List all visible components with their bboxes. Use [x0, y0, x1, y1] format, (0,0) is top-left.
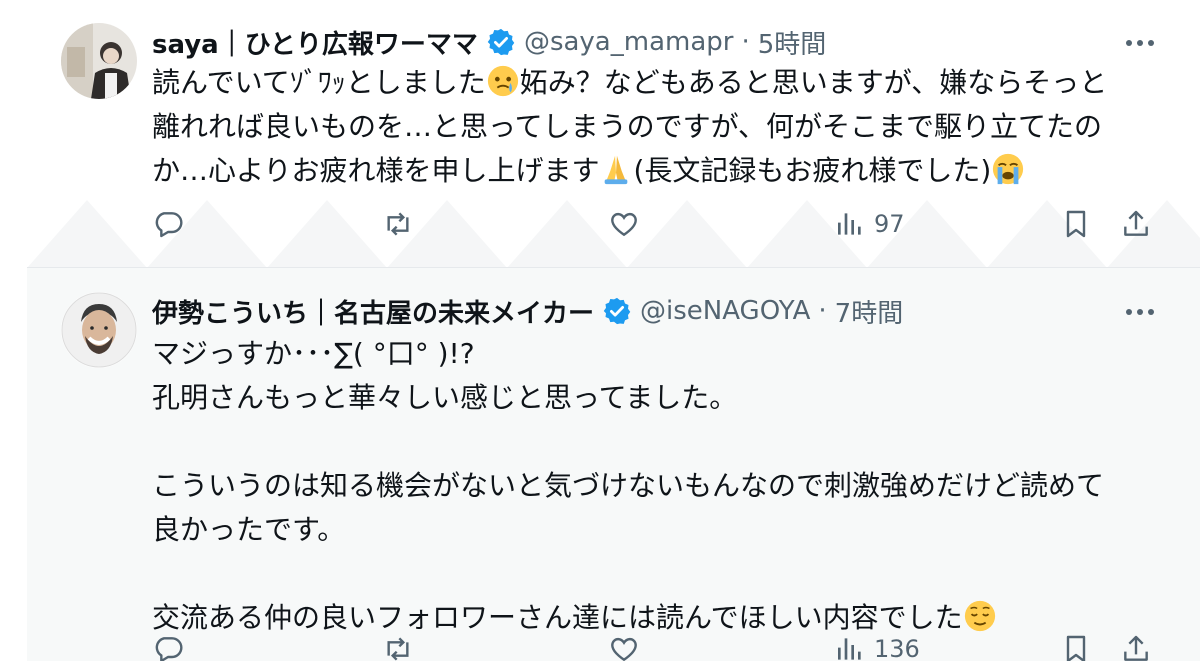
views-icon [838, 213, 861, 235]
text-part: マジっすか･･･∑( °口° )!? 孔明さんもっと華々しい感じと思ってました。… [152, 337, 1105, 634]
verified-badge-icon [603, 297, 631, 325]
views-count: 136 [874, 635, 920, 661]
timestamp[interactable]: 5時間 [758, 24, 827, 61]
handle[interactable]: @iseNAGOYA [640, 296, 810, 326]
views-count: 97 [874, 210, 905, 238]
reply-button[interactable] [152, 629, 184, 661]
share-icon [1124, 635, 1148, 661]
like-button[interactable] [608, 629, 640, 661]
tweet-text: マジっすか･･･∑( °口° )!? 孔明さんもっと華々しい感じと思ってました。… [152, 332, 1162, 640]
text-part: (長文記録もお疲れ様でした) [633, 154, 992, 187]
views-button[interactable]: 97 [834, 204, 905, 244]
views-button[interactable]: 136 [834, 629, 920, 661]
retweet-icon [387, 212, 409, 236]
more-icon[interactable] [1126, 40, 1154, 46]
loudly-crying-face-emoji [993, 153, 1024, 185]
timestamp[interactable]: 7時間 [835, 293, 904, 330]
display-name[interactable]: saya｜ひとり広報ワーママ [152, 24, 478, 61]
separator: · [818, 296, 827, 326]
avatar[interactable] [61, 23, 137, 99]
handle[interactable]: @saya_mamapr [524, 27, 734, 57]
display-name[interactable]: 伊勢こういち｜名古屋の未来メイカー [152, 293, 594, 330]
views-icon [838, 638, 861, 660]
separator: · [741, 27, 750, 57]
bookmark-button[interactable] [1060, 204, 1092, 244]
reply-icon [155, 212, 183, 238]
timeline: saya｜ひとり広報ワーママ @saya_mamapr · 5時間 読んでいてｿ… [0, 0, 1200, 661]
text-part: 読んでいてｿﾞﾜｯとしました [152, 66, 486, 99]
reply-button[interactable] [152, 204, 184, 244]
tweet-header: 伊勢こういち｜名古屋の未来メイカー @iseNAGOYA · 7時間 [152, 291, 903, 331]
face-holding-back-tears-emoji [487, 65, 518, 97]
tweet-saya[interactable]: saya｜ひとり広報ワーママ @saya_mamapr · 5時間 読んでいてｿ… [27, 0, 1200, 268]
action-bar: 136 [152, 629, 1157, 661]
like-icon [611, 212, 637, 237]
tweet-header: saya｜ひとり広報ワーママ @saya_mamapr · 5時間 [152, 22, 826, 62]
share-button[interactable] [1120, 204, 1152, 244]
retweet-icon [387, 637, 409, 661]
avatar[interactable] [61, 292, 137, 368]
tweet-ise[interactable]: 伊勢こういち｜名古屋の未来メイカー @iseNAGOYA · 7時間 マジっすか… [27, 268, 1200, 661]
verified-badge-icon [487, 28, 515, 56]
share-icon [1124, 210, 1148, 236]
bookmark-button[interactable] [1060, 629, 1092, 661]
action-bar: 97 [152, 204, 1157, 244]
more-icon[interactable] [1126, 309, 1154, 315]
share-button[interactable] [1120, 629, 1152, 661]
tweet-text: 読んでいてｿﾞﾜｯとしました 妬み？などもあると思いますが、嫌ならそっと 離れれば… [152, 61, 1162, 193]
reply-icon [155, 637, 183, 661]
folded-hands-emoji [605, 155, 628, 185]
left-gutter [0, 0, 27, 661]
like-icon [611, 637, 637, 661]
bookmark-icon [1066, 635, 1086, 661]
like-button[interactable] [608, 204, 640, 244]
bookmark-icon [1066, 210, 1086, 238]
retweet-button[interactable] [382, 204, 414, 244]
relieved-face-emoji [964, 600, 995, 632]
retweet-button[interactable] [382, 629, 414, 661]
